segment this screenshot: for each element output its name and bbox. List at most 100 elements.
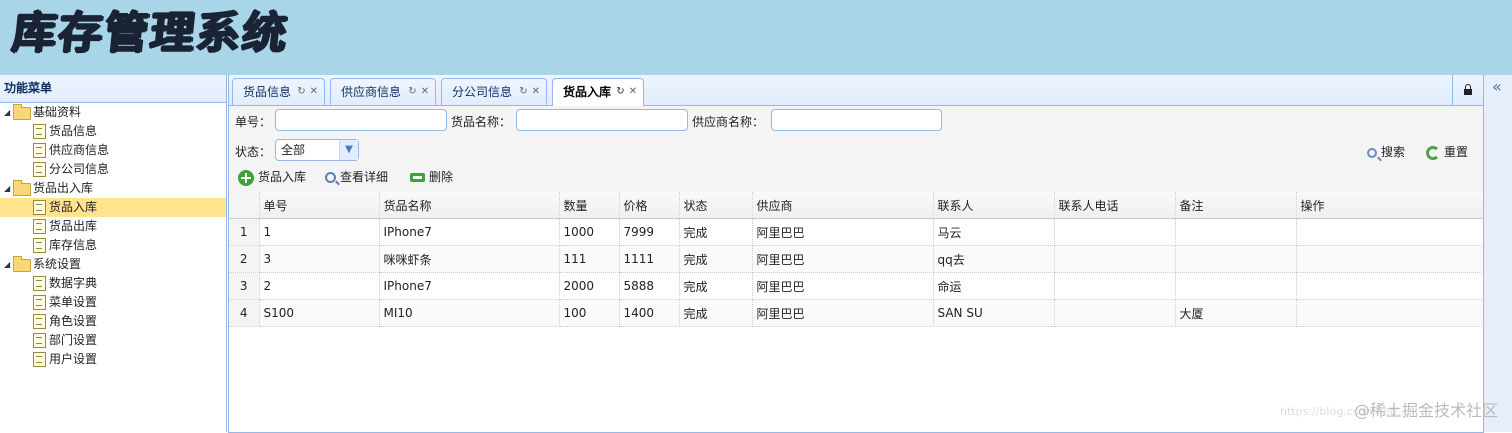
column-header[interactable]: 单号 (259, 192, 380, 219)
expand-arrow-icon[interactable]: ◢ (4, 103, 10, 122)
menu-item-branch-info[interactable]: 分公司信息 (0, 160, 226, 179)
refresh-icon[interactable]: ↻ (297, 86, 305, 97)
table-cell (1296, 218, 1484, 246)
table-cell: SAN SU (933, 299, 1055, 327)
menu-group-inout[interactable]: ◢ 货品出入库 (0, 179, 226, 198)
menu-title: 功能菜单 (0, 75, 226, 103)
table-row[interactable]: 4 S100 MI10 100 1400 完成 阿里巴巴 SAN SU 大厦 (229, 299, 1484, 327)
expand-arrow-icon[interactable]: ◢ (4, 255, 10, 274)
add-inbound-button[interactable]: 货品入库 (238, 167, 306, 187)
table-cell: 阿里巴巴 (752, 218, 934, 246)
refresh-icon[interactable]: ↻ (519, 86, 527, 97)
table-cell (1175, 245, 1297, 273)
table-cell: 完成 (679, 299, 753, 327)
table-cell (1175, 218, 1297, 246)
file-icon (33, 162, 46, 177)
table-cell: 完成 (679, 218, 753, 246)
menu-item-stock-info[interactable]: 库存信息 (0, 236, 226, 255)
menu-item-dept-settings[interactable]: 部门设置 (0, 331, 226, 350)
order-no-input[interactable] (275, 109, 447, 131)
table-cell: 100 (559, 299, 620, 327)
close-icon[interactable]: ✕ (629, 86, 637, 97)
tab-goods-info[interactable]: 货品信息 ↻ ✕ (232, 78, 325, 105)
file-icon (33, 352, 46, 367)
tab-branch-info[interactable]: 分公司信息 ↻ ✕ (441, 78, 547, 105)
table-row[interactable]: 2 3 咪咪虾条 111 1111 完成 阿里巴巴 qq去 (229, 245, 1484, 273)
file-icon (33, 143, 46, 158)
menu-group-basic[interactable]: ◢ 基础资料 (0, 103, 226, 122)
refresh-icon[interactable]: ↻ (616, 86, 624, 97)
column-header[interactable]: 供应商 (752, 192, 934, 219)
inbound-datagrid: 单号 货品名称 数量 价格 状态 供应商 联系人 联系人电话 备注 操作 1 1… (229, 192, 1484, 327)
folder-open-icon (13, 104, 31, 120)
row-number-header (229, 192, 260, 219)
double-chevron-left-icon[interactable]: « (1492, 77, 1502, 96)
supplier-name-input[interactable] (771, 109, 942, 131)
tab-goods-inbound[interactable]: 货品入库 ↻ ✕ (552, 78, 644, 106)
file-icon (33, 200, 46, 215)
east-panel-collapsed[interactable]: « (1483, 75, 1512, 432)
tab-supplier-info[interactable]: 供应商信息 ↻ ✕ (330, 78, 436, 105)
table-cell: 1000 (559, 218, 620, 246)
menu-item-goods-outbound[interactable]: 货品出库 (0, 217, 226, 236)
table-cell: 5888 (619, 272, 680, 300)
column-header[interactable]: 货品名称 (379, 192, 560, 219)
table-cell: 完成 (679, 272, 753, 300)
refresh-icon[interactable]: ↻ (408, 86, 416, 97)
table-cell: 2000 (559, 272, 620, 300)
app-title: 库存管理系统 (9, 8, 291, 59)
table-row[interactable]: 1 1 IPhone7 1000 7999 完成 阿里巴巴 马云 (229, 218, 1484, 246)
supplier-name-label: 供应商名称： (692, 115, 765, 129)
reset-button[interactable]: 重置 (1426, 142, 1468, 162)
column-header[interactable]: 备注 (1175, 192, 1297, 219)
table-cell (1296, 272, 1484, 300)
close-icon[interactable]: ✕ (310, 86, 318, 97)
table-cell: 完成 (679, 245, 753, 273)
column-header[interactable]: 操作 (1296, 192, 1484, 219)
table-cell: IPhone7 (379, 272, 560, 300)
column-header[interactable]: 状态 (679, 192, 753, 219)
menu-item-goods-info[interactable]: 货品信息 (0, 122, 226, 141)
table-cell (1175, 272, 1297, 300)
lock-icon (1464, 84, 1472, 95)
table-row[interactable]: 3 2 IPhone7 2000 5888 完成 阿里巴巴 命运 (229, 272, 1484, 300)
menu-item-menu-settings[interactable]: 菜单设置 (0, 293, 226, 312)
column-header[interactable]: 数量 (559, 192, 620, 219)
status-select[interactable]: 全部 ▼ (275, 139, 359, 161)
tabs-panel: 货品信息 ↻ ✕ 供应商信息 ↻ ✕ 分公司信息 ↻ ✕ 货品入库 ↻ ✕ 单号： 货品… (228, 75, 1484, 433)
menu-item-dictionary[interactable]: 数据字典 (0, 274, 226, 293)
row-number: 2 (229, 245, 260, 273)
menu-item-user-settings[interactable]: 用户设置 (0, 350, 226, 369)
lock-button[interactable] (1452, 75, 1483, 105)
expand-arrow-icon[interactable]: ◢ (4, 179, 10, 198)
row-number: 4 (229, 299, 260, 327)
menu-group-settings[interactable]: ◢ 系统设置 (0, 255, 226, 274)
table-cell: IPhone7 (379, 218, 560, 246)
close-icon[interactable]: ✕ (532, 86, 540, 97)
chevron-down-icon[interactable]: ▼ (339, 140, 358, 160)
remove-icon (410, 173, 425, 182)
app-header: 库存管理系统 (0, 0, 1512, 75)
table-cell (1054, 272, 1176, 300)
delete-button[interactable]: 删除 (410, 167, 453, 187)
table-cell: qq去 (933, 245, 1055, 273)
column-header[interactable]: 联系人 (933, 192, 1055, 219)
goods-name-input[interactable] (516, 109, 688, 131)
table-cell: 2 (259, 272, 380, 300)
table-cell: 命运 (933, 272, 1055, 300)
file-icon (33, 276, 46, 291)
search-button[interactable]: 搜索 (1367, 142, 1405, 162)
view-detail-button[interactable]: 查看详细 (325, 167, 388, 187)
menu-item-supplier-info[interactable]: 供应商信息 (0, 141, 226, 160)
close-icon[interactable]: ✕ (421, 86, 429, 97)
table-cell: 7999 (619, 218, 680, 246)
column-header[interactable]: 价格 (619, 192, 680, 219)
table-header-row: 单号 货品名称 数量 价格 状态 供应商 联系人 联系人电话 备注 操作 (229, 192, 1484, 219)
file-icon (33, 295, 46, 310)
menu-item-role-settings[interactable]: 角色设置 (0, 312, 226, 331)
table-cell: 阿里巴巴 (752, 272, 934, 300)
menu-item-goods-inbound[interactable]: 货品入库 (0, 198, 226, 217)
order-no-label: 单号： (235, 115, 272, 129)
column-header[interactable]: 联系人电话 (1054, 192, 1176, 219)
goods-name-label: 货品名称： (451, 115, 512, 129)
